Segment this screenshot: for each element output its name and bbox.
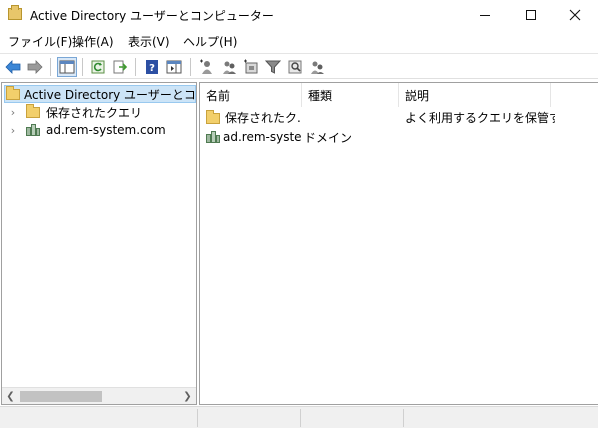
export-list-button[interactable] <box>110 57 130 77</box>
column-header-description[interactable]: 説明 <box>399 83 551 107</box>
find-icon <box>288 60 302 74</box>
toolbar: ? <box>0 53 598 79</box>
add-group-button[interactable] <box>219 57 239 77</box>
chevron-right-icon[interactable]: › <box>6 124 20 137</box>
folder-app-icon <box>6 85 20 100</box>
tree-item-label: 保存されたクエリ <box>46 105 143 120</box>
refresh-button[interactable] <box>88 57 108 77</box>
console-tree-button[interactable] <box>57 57 77 77</box>
list-row[interactable]: 保存されたク... よく利用するクエリを保管す... <box>200 107 598 127</box>
row-type: ドメイン <box>304 130 353 145</box>
tree-item-label: ad.rem-system.com <box>46 123 166 137</box>
menu-action[interactable]: 操作(A) <box>72 33 114 50</box>
help-button[interactable]: ? <box>142 57 162 77</box>
domain-icon <box>206 131 220 143</box>
add-user-icon <box>200 59 212 74</box>
tree-root-item[interactable]: Active Directory ユーザーとコンピュー <box>6 85 196 103</box>
folder-icon <box>26 103 40 118</box>
window-title: Active Directory ユーザーとコンピューター <box>30 9 274 23</box>
tree-item-saved-queries[interactable]: › 保存されたクエリ <box>6 103 142 121</box>
show-hide-action-pane-icon <box>166 60 182 74</box>
menu-bar: ファイル(F) 操作(A) 表示(V) ヘルプ(H) <box>0 30 598 52</box>
add-ou-icon <box>244 59 258 74</box>
menu-view[interactable]: 表示(V) <box>128 33 170 50</box>
find-button[interactable] <box>285 57 305 77</box>
status-segment <box>0 409 198 427</box>
export-list-icon <box>113 60 128 74</box>
minimize-icon <box>480 14 490 16</box>
forward-button[interactable] <box>25 57 45 77</box>
svg-text:?: ? <box>149 63 155 74</box>
back-button[interactable] <box>3 57 23 77</box>
folder-app-icon <box>8 5 22 20</box>
row-name: ad.rem-syste... <box>223 130 302 144</box>
filter-button[interactable] <box>263 57 283 77</box>
add-to-group-button[interactable] <box>307 57 327 77</box>
forward-arrow-icon <box>27 60 43 74</box>
refresh-icon <box>91 60 105 74</box>
scroll-right-icon[interactable]: ❯ <box>179 388 196 404</box>
column-header-type[interactable]: 種類 <box>302 83 399 107</box>
status-segment <box>301 409 404 427</box>
domain-icon <box>26 124 40 136</box>
status-segment <box>198 409 301 427</box>
scroll-left-icon[interactable]: ❮ <box>2 388 19 404</box>
add-ou-button[interactable] <box>241 57 261 77</box>
close-icon <box>569 9 581 21</box>
details-list-pane[interactable]: 名前 種類 説明 保存されたク... よく利用するクエリを保管す... ad.r… <box>199 82 598 405</box>
horizontal-scrollbar[interactable]: ❮ ❯ <box>2 387 196 404</box>
console-tree-pane[interactable]: Active Directory ユーザーとコンピュー › 保存されたクエリ ›… <box>1 82 197 405</box>
column-header-name[interactable]: 名前 <box>200 83 302 107</box>
console-tree-icon <box>59 60 75 74</box>
tree-root-label: Active Directory ユーザーとコンピュー <box>24 87 196 102</box>
minimize-button[interactable] <box>462 0 508 30</box>
tree-item-domain[interactable]: › ad.rem-system.com <box>6 121 166 139</box>
show-hide-action-pane-button[interactable] <box>164 57 184 77</box>
maximize-icon <box>526 10 536 20</box>
list-row[interactable]: ad.rem-syste... ドメイン <box>200 127 598 147</box>
back-arrow-icon <box>5 60 21 74</box>
filter-icon <box>265 60 281 74</box>
row-name: 保存されたク... <box>225 110 302 125</box>
scroll-thumb[interactable] <box>20 391 102 402</box>
title-bar: Active Directory ユーザーとコンピューター <box>0 0 598 30</box>
menu-file[interactable]: ファイル(F) <box>8 33 72 50</box>
row-description: よく利用するクエリを保管す... <box>405 110 555 125</box>
add-user-button[interactable] <box>197 57 217 77</box>
menu-help[interactable]: ヘルプ(H) <box>183 33 237 50</box>
row-type <box>305 107 399 127</box>
add-group-icon <box>223 61 236 74</box>
chevron-right-icon[interactable]: › <box>6 106 20 119</box>
close-button[interactable] <box>552 0 598 30</box>
maximize-button[interactable] <box>508 0 554 30</box>
row-description <box>405 127 555 147</box>
help-icon: ? <box>146 60 158 74</box>
status-bar <box>0 406 598 428</box>
folder-icon <box>206 109 220 124</box>
add-to-group-icon <box>311 61 324 74</box>
